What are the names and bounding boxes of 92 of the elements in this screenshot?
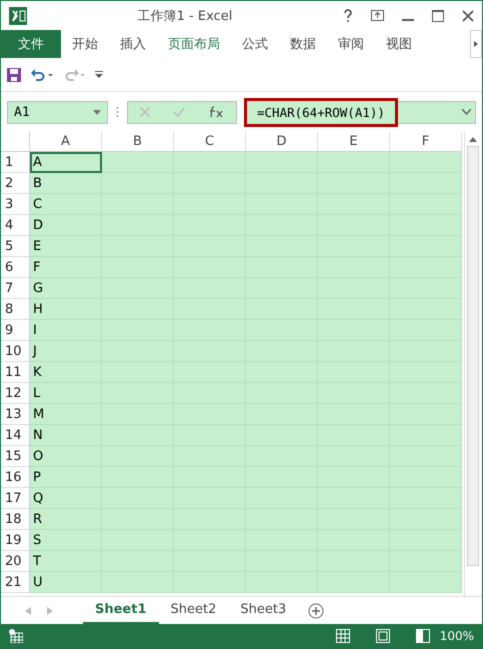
caret-icon (474, 41, 478, 47)
cell[interactable]: L (30, 383, 102, 404)
enter-icon[interactable] (172, 107, 185, 117)
ribbon-tab[interactable]: 公式 (231, 30, 279, 58)
ribbon-tab[interactable]: 开始 (61, 30, 109, 58)
cell[interactable] (102, 152, 174, 173)
cell[interactable] (390, 152, 462, 173)
cell[interactable] (246, 152, 318, 173)
cell[interactable] (390, 446, 462, 467)
sheet-status-icon (9, 629, 23, 643)
cell[interactable]: M (30, 404, 102, 425)
cell[interactable]: H (30, 299, 102, 320)
ribbon-tab[interactable]: 审阅 (327, 30, 375, 58)
ribbon-tab[interactable]: 视图 (375, 30, 423, 58)
cell[interactable] (390, 299, 462, 320)
normal-view-icon[interactable] (336, 629, 350, 643)
cell[interactable] (390, 341, 462, 362)
save-icon[interactable] (7, 68, 21, 82)
zoom-level[interactable]: 100% (440, 629, 474, 643)
cell[interactable] (246, 572, 318, 593)
next-sheet-icon[interactable] (47, 606, 53, 614)
scroll-ribbon-button[interactable] (470, 30, 482, 58)
ribbon-tab[interactable]: 页面布局 (157, 30, 231, 58)
cell[interactable] (390, 320, 462, 341)
close-icon[interactable] (462, 10, 474, 22)
add-sheet-icon[interactable] (308, 602, 324, 618)
cell[interactable] (390, 173, 462, 194)
cell[interactable]: D (30, 215, 102, 236)
cell[interactable] (174, 152, 246, 173)
undo-icon[interactable] (31, 68, 53, 80)
grip-icon (116, 106, 119, 118)
vertical-scrollbar[interactable] (464, 132, 481, 596)
cell[interactable] (390, 530, 462, 551)
cell[interactable] (174, 572, 246, 593)
cell[interactable] (390, 572, 462, 593)
formula-field[interactable]: =CHAR(64+ROW(A1)) (244, 98, 398, 126)
cell[interactable] (102, 173, 174, 194)
cell[interactable]: C (30, 194, 102, 215)
cell[interactable] (390, 488, 462, 509)
cell[interactable]: U (30, 572, 102, 593)
sheet-tab[interactable]: Sheet2 (158, 597, 228, 624)
cell[interactable]: G (30, 278, 102, 299)
cell[interactable]: I (30, 320, 102, 341)
previous-sheet-icon[interactable] (25, 606, 31, 614)
expand-icon[interactable] (462, 109, 471, 115)
cell[interactable]: N (30, 425, 102, 446)
file-tab[interactable]: 文件 (1, 30, 61, 58)
cell[interactable]: E (30, 236, 102, 257)
cell[interactable] (390, 278, 462, 299)
cell[interactable] (390, 194, 462, 215)
cell[interactable] (390, 467, 462, 488)
cell[interactable]: F (30, 257, 102, 278)
ribbon-tab[interactable]: 插入 (109, 30, 157, 58)
excel-logo-icon (9, 6, 27, 24)
cell[interactable] (390, 551, 462, 572)
ribbon-tab[interactable]: 数据 (279, 30, 327, 58)
cell[interactable]: T (30, 551, 102, 572)
scroll-up-icon[interactable] (469, 136, 477, 142)
window-title: 工作簿1 - Excel (136, 8, 234, 24)
cell[interactable]: K (30, 362, 102, 383)
cell[interactable] (390, 425, 462, 446)
cell[interactable]: S (30, 530, 102, 551)
caret-icon (93, 110, 101, 114)
cell[interactable]: B (30, 173, 102, 194)
cancel-icon[interactable] (140, 107, 150, 117)
cell[interactable] (318, 152, 390, 173)
cell[interactable] (102, 572, 174, 593)
cell[interactable]: Q (30, 488, 102, 509)
page-layout-icon[interactable] (376, 629, 390, 643)
cell[interactable] (318, 572, 390, 593)
cell[interactable]: R (30, 509, 102, 530)
ribbon-display-icon[interactable] (371, 10, 384, 21)
cell[interactable] (390, 404, 462, 425)
customize-toolbar-icon[interactable] (95, 70, 103, 78)
cell[interactable] (390, 257, 462, 278)
cell[interactable]: P (30, 467, 102, 488)
redo-icon[interactable] (63, 68, 85, 80)
cell[interactable]: O (30, 446, 102, 467)
select-all-button[interactable] (1, 132, 30, 152)
sheet-tab[interactable]: Sheet3 (228, 597, 298, 624)
page-break-icon[interactable] (416, 629, 430, 643)
cell[interactable]: J (30, 341, 102, 362)
cell[interactable] (390, 362, 462, 383)
name-box[interactable]: A1 (7, 100, 108, 124)
cell[interactable] (390, 215, 462, 236)
cell[interactable] (390, 383, 462, 404)
cell[interactable]: A (30, 152, 102, 173)
help-icon[interactable] (343, 9, 353, 22)
maximize-icon[interactable] (432, 10, 444, 22)
cell[interactable] (390, 509, 462, 530)
insert-function-icon[interactable] (208, 106, 224, 118)
cell[interactable] (390, 236, 462, 257)
